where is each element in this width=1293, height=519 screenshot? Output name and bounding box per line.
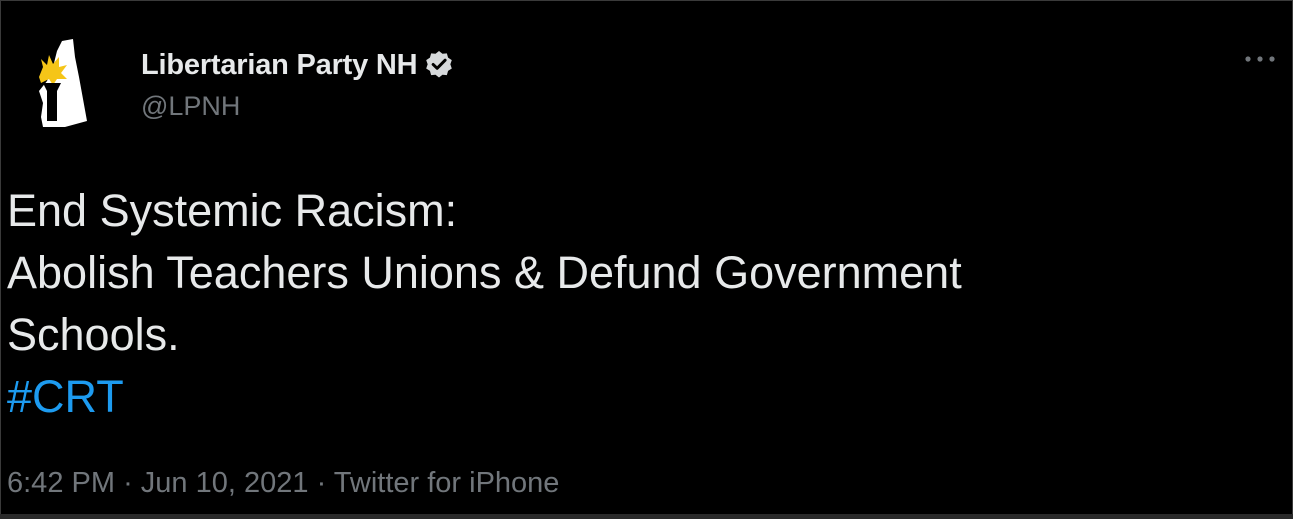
author-handle[interactable]: @LPNH [141, 91, 455, 122]
tweet-time[interactable]: 6:42 PM [7, 467, 115, 499]
tweet-source[interactable]: Twitter for iPhone [334, 467, 560, 499]
tweet-text-line: Schools. [7, 309, 180, 360]
meta-separator: · [316, 467, 327, 499]
tweet-header: Libertarian Party NH @LPNH [29, 37, 455, 137]
tweet-text: End Systemic Racism: Abolish Teachers Un… [7, 180, 1207, 428]
tweet-text-line: End Systemic Racism: [7, 185, 458, 236]
author-names: Libertarian Party NH @LPNH [141, 45, 455, 122]
meta-separator: · [123, 467, 133, 499]
verified-badge-icon [426, 51, 453, 78]
bottom-divider [0, 514, 1293, 519]
tweet-card: Libertarian Party NH @LPNH End Systemic … [0, 0, 1293, 519]
name-row: Libertarian Party NH [141, 45, 455, 85]
avatar[interactable] [29, 37, 93, 129]
tweet-date[interactable]: Jun 10, 2021 [141, 467, 309, 499]
tweet-text-line: Abolish Teachers Unions & Defund Governm… [7, 247, 962, 298]
tweet-meta: 6:42 PM · Jun 10, 2021 · Twitter for iPh… [7, 467, 559, 500]
more-options-icon[interactable] [1242, 51, 1278, 67]
hashtag-link[interactable]: #CRT [7, 366, 1207, 428]
display-name[interactable]: Libertarian Party NH [141, 49, 418, 82]
lpnh-logo-icon [39, 39, 87, 127]
